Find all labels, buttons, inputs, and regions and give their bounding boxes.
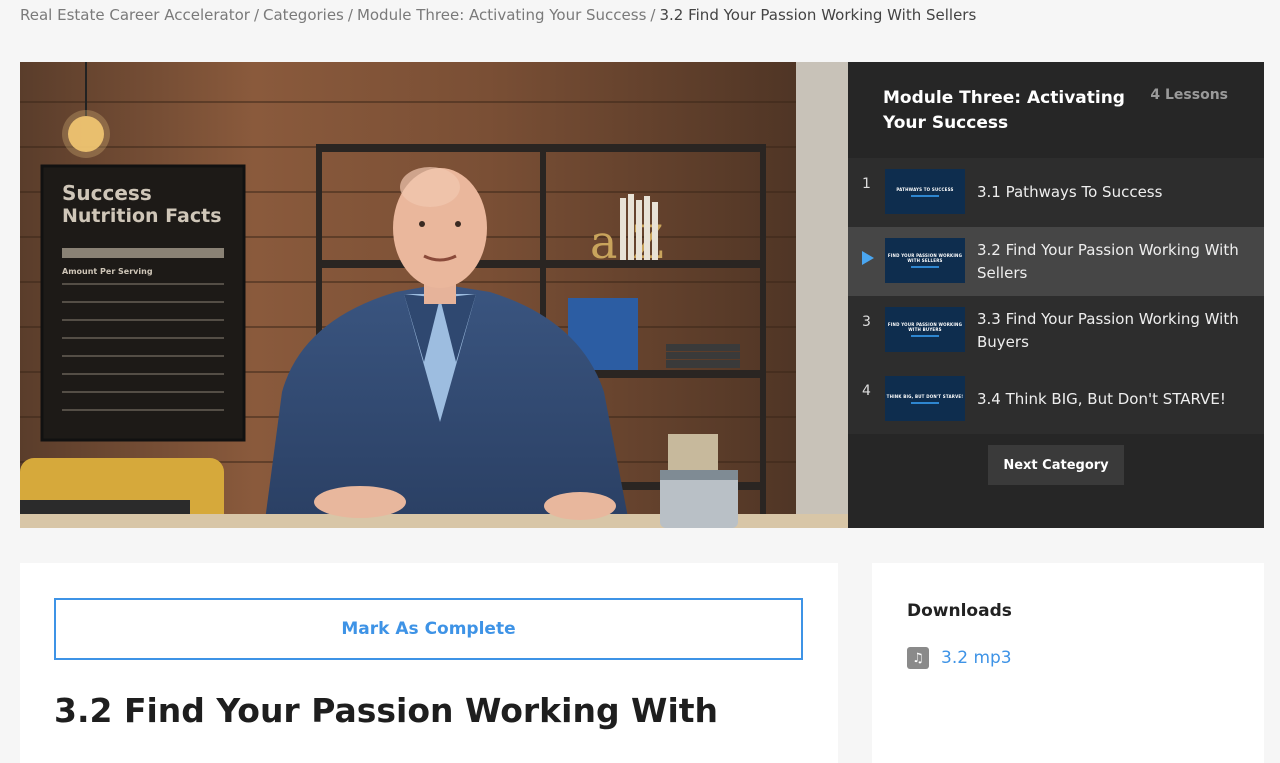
poster-line1: Success [62, 181, 152, 205]
lesson-title: 3.2 Find Your Passion Working With Selle… [977, 240, 1239, 282]
downloads-title: Downloads [907, 601, 1012, 621]
lesson-number: 1 [862, 176, 871, 192]
breadcrumb-separator: / [347, 6, 353, 24]
now-playing-icon [862, 251, 874, 265]
lesson-item-4[interactable]: 4 THINK BIG, BUT DON'T STARVE! 3.4 Think… [848, 365, 1264, 434]
breadcrumb-link-categories[interactable]: Categories [263, 6, 344, 24]
lesson-content-card: Mark As Complete 3.2 Find Your Passion W… [20, 563, 838, 763]
thumbnail-text: PATHWAYS TO SUCCESS [896, 186, 954, 192]
lesson-number: 3 [862, 314, 871, 330]
lesson-item-3[interactable]: 3 FIND YOUR PASSION WORKING WITH BUYERS … [848, 296, 1264, 365]
thumbnail-text: FIND YOUR PASSION WORKING WITH BUYERS [887, 322, 963, 332]
lesson-list: 1 PATHWAYS TO SUCCESS 3.1 Pathways To Su… [848, 158, 1264, 434]
download-item[interactable]: ♫ 3.2 mp3 [907, 647, 1012, 669]
lesson-title: 3.1 Pathways To Success [977, 183, 1163, 201]
poster-line2: Nutrition Facts [62, 205, 222, 227]
next-category-button[interactable]: Next Category [988, 445, 1124, 485]
breadcrumb-link-course[interactable]: Real Estate Career Accelerator [20, 6, 250, 24]
lesson-thumbnail: FIND YOUR PASSION WORKING WITH SELLERS [885, 238, 965, 283]
breadcrumb-separator: / [650, 6, 656, 24]
video-player[interactable]: Success Nutrition Facts Amount Per Servi… [20, 62, 848, 528]
breadcrumb-current: 3.2 Find Your Passion Working With Selle… [659, 6, 977, 24]
download-link[interactable]: 3.2 mp3 [941, 648, 1012, 668]
lesson-playlist: Module Three: Activating Your Success 4 … [848, 62, 1264, 528]
breadcrumb: Real Estate Career Accelerator / Categorie… [20, 5, 976, 25]
music-note-icon: ♫ [907, 647, 929, 669]
lesson-item-2[interactable]: FIND YOUR PASSION WORKING WITH SELLERS 3… [848, 227, 1264, 296]
mark-complete-button[interactable]: Mark As Complete [54, 598, 803, 660]
poster-serving: Amount Per Serving [62, 267, 153, 276]
lesson-count: 4 Lessons [1150, 87, 1228, 103]
lesson-thumbnail: FIND YOUR PASSION WORKING WITH BUYERS [885, 307, 965, 352]
breadcrumb-separator: / [253, 6, 260, 24]
lesson-thumbnail: PATHWAYS TO SUCCESS [885, 169, 965, 214]
lesson-title: 3.3 Find Your Passion Working With Buyer… [977, 309, 1239, 351]
lesson-number: 4 [862, 383, 871, 399]
breadcrumb-link-module[interactable]: Module Three: Activating Your Success [357, 6, 646, 24]
page-title: 3.2 Find Your Passion Working With [54, 691, 719, 730]
thumbnail-text: THINK BIG, BUT DON'T STARVE! [886, 393, 964, 399]
module-title: Module Three: Activating Your Success [883, 88, 1125, 133]
lesson-title: 3.4 Think BIG, But Don't STARVE! [977, 390, 1226, 408]
video-frame: Success Nutrition Facts Amount Per Servi… [20, 62, 848, 528]
lesson-thumbnail: THINK BIG, BUT DON'T STARVE! [885, 376, 965, 421]
thumbnail-text: FIND YOUR PASSION WORKING WITH SELLERS [887, 253, 963, 263]
lesson-item-1[interactable]: 1 PATHWAYS TO SUCCESS 3.1 Pathways To Su… [848, 158, 1264, 227]
downloads-card: Downloads ♫ 3.2 mp3 [872, 563, 1264, 763]
